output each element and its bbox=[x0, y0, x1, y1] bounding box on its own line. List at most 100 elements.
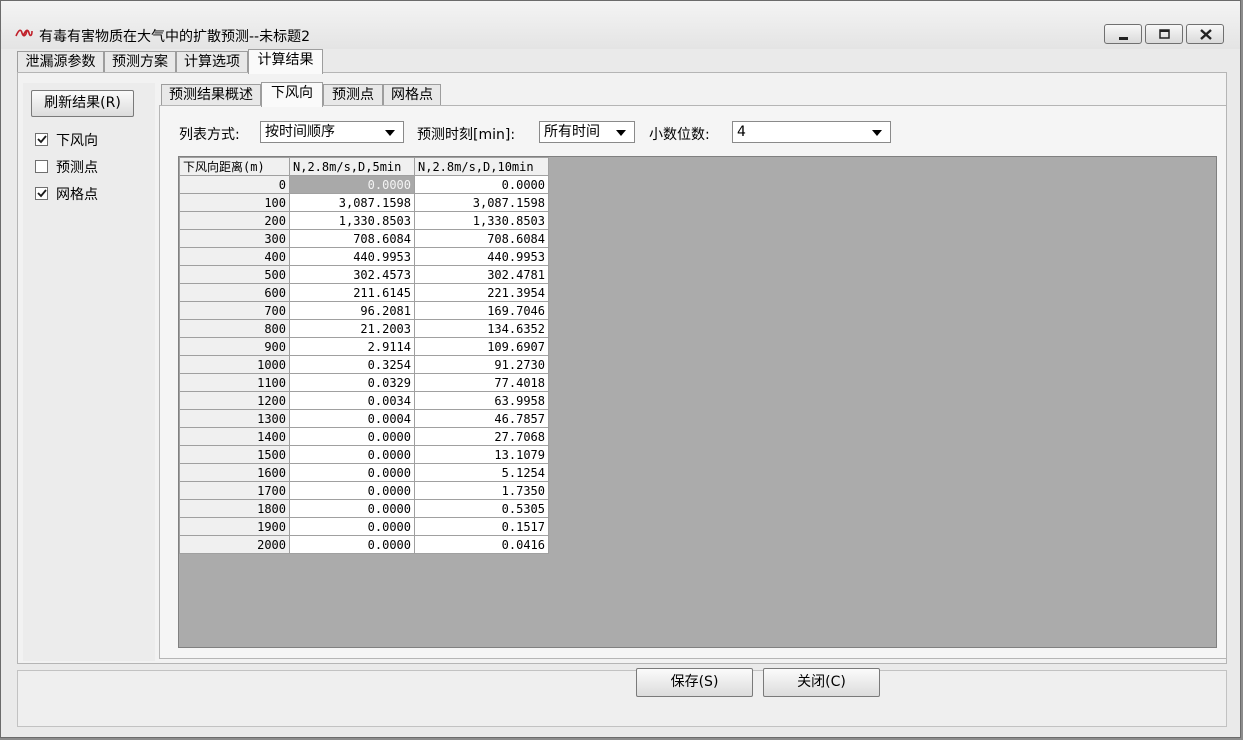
value-cell[interactable]: 440.9953 bbox=[414, 247, 549, 266]
value-cell[interactable]: 77.4018 bbox=[414, 373, 549, 392]
minimize-button[interactable] bbox=[1104, 24, 1142, 44]
value-cell[interactable]: 169.7046 bbox=[414, 301, 549, 320]
value-cell[interactable]: 1,330.8503 bbox=[289, 211, 415, 230]
save-button[interactable]: 保存(S) bbox=[636, 668, 753, 697]
distance-cell[interactable]: 1900 bbox=[179, 517, 290, 536]
distance-cell[interactable]: 400 bbox=[179, 247, 290, 266]
distance-cell[interactable]: 1800 bbox=[179, 499, 290, 518]
table-row: 1700 0.0000 1.7350 bbox=[179, 481, 549, 500]
table-row: 1600 0.0000 5.1254 bbox=[179, 463, 549, 482]
close-button[interactable] bbox=[1186, 24, 1224, 44]
value-cell[interactable]: 0.0000 bbox=[289, 481, 415, 500]
value-cell[interactable]: 0.0034 bbox=[289, 391, 415, 410]
refresh-results-button[interactable]: 刷新结果(R) bbox=[31, 90, 134, 117]
header-distance[interactable]: 下风向距离(m) bbox=[179, 157, 290, 176]
distance-cell[interactable]: 100 bbox=[179, 193, 290, 212]
value-cell[interactable]: 302.4573 bbox=[289, 265, 415, 284]
table-row: 300 708.6084 708.6084 bbox=[179, 229, 549, 248]
value-cell[interactable]: 0.3254 bbox=[289, 355, 415, 374]
value-cell[interactable]: 0.0000 bbox=[289, 517, 415, 536]
value-cell[interactable]: 2.9114 bbox=[289, 337, 415, 356]
value-cell[interactable]: 0.0000 bbox=[289, 463, 415, 482]
checkbox-downwind[interactable] bbox=[35, 133, 48, 146]
distance-cell[interactable]: 500 bbox=[179, 265, 290, 284]
table-row: 1900 0.0000 0.1517 bbox=[179, 517, 549, 536]
distance-cell[interactable]: 1600 bbox=[179, 463, 290, 482]
distance-cell[interactable]: 1200 bbox=[179, 391, 290, 410]
distance-cell[interactable]: 2000 bbox=[179, 535, 290, 554]
value-cell[interactable]: 134.6352 bbox=[414, 319, 549, 338]
distance-cell[interactable]: 1500 bbox=[179, 445, 290, 464]
distance-cell[interactable]: 1300 bbox=[179, 409, 290, 428]
list-mode-label: 列表方式: bbox=[179, 127, 240, 143]
value-cell[interactable]: 0.0004 bbox=[289, 409, 415, 428]
header-5min[interactable]: N,2.8m/s,D,5min bbox=[289, 157, 415, 176]
table-header-row: 下风向距离(m) N,2.8m/s,D,5min N,2.8m/s,D,10mi… bbox=[179, 157, 549, 176]
value-cell[interactable]: 708.6084 bbox=[414, 229, 549, 248]
app-logo-icon bbox=[15, 29, 33, 37]
value-cell[interactable]: 0.0329 bbox=[289, 373, 415, 392]
tab-calc-options[interactable]: 计算选项 bbox=[176, 51, 248, 73]
distance-cell[interactable]: 300 bbox=[179, 229, 290, 248]
header-10min[interactable]: N,2.8m/s,D,10min bbox=[414, 157, 549, 176]
distance-cell[interactable]: 0 bbox=[179, 175, 290, 194]
value-cell[interactable]: 0.0000 bbox=[289, 499, 415, 518]
value-cell[interactable]: 0.0000 bbox=[289, 445, 415, 464]
value-cell[interactable]: 5.1254 bbox=[414, 463, 549, 482]
results-grid[interactable]: 下风向距离(m) N,2.8m/s,D,5min N,2.8m/s,D,10mi… bbox=[178, 156, 1217, 648]
value-cell[interactable]: 3,087.1598 bbox=[414, 193, 549, 212]
subtab-predict-points[interactable]: 预测点 bbox=[323, 84, 383, 106]
checkbox-predict-points[interactable] bbox=[35, 160, 48, 173]
tab-leak-source[interactable]: 泄漏源参数 bbox=[17, 51, 104, 73]
time-select[interactable]: 所有时间 bbox=[539, 121, 635, 143]
value-cell[interactable]: 1.7350 bbox=[414, 481, 549, 500]
value-cell[interactable]: 1,330.8503 bbox=[414, 211, 549, 230]
value-cell[interactable]: 21.2003 bbox=[289, 319, 415, 338]
chevron-down-icon bbox=[872, 130, 882, 136]
value-cell[interactable]: 440.9953 bbox=[289, 247, 415, 266]
distance-cell[interactable]: 1000 bbox=[179, 355, 290, 374]
subtab-overview[interactable]: 预测结果概述 bbox=[161, 84, 261, 106]
distance-cell[interactable]: 600 bbox=[179, 283, 290, 302]
subtab-downwind[interactable]: 下风向 bbox=[261, 82, 323, 107]
value-cell[interactable]: 0.0000 bbox=[289, 427, 415, 446]
distance-cell[interactable]: 1100 bbox=[179, 373, 290, 392]
value-cell[interactable]: 91.2730 bbox=[414, 355, 549, 374]
value-cell[interactable]: 0.0000 bbox=[414, 175, 549, 194]
value-cell[interactable]: 63.9958 bbox=[414, 391, 549, 410]
maximize-button[interactable] bbox=[1145, 24, 1183, 44]
title-bar[interactable]: 有毒有害物质在大气中的扩散预测--未标题2 bbox=[1, 1, 1240, 49]
value-cell[interactable]: 0.5305 bbox=[414, 499, 549, 518]
value-cell[interactable]: 13.1079 bbox=[414, 445, 549, 464]
value-cell[interactable]: 211.6145 bbox=[289, 283, 415, 302]
close-dialog-button[interactable]: 关闭(C) bbox=[763, 668, 880, 697]
value-cell[interactable]: 221.3954 bbox=[414, 283, 549, 302]
value-cell[interactable]: 3,087.1598 bbox=[289, 193, 415, 212]
distance-cell[interactable]: 900 bbox=[179, 337, 290, 356]
value-cell[interactable]: 0.1517 bbox=[414, 517, 549, 536]
distance-cell[interactable]: 700 bbox=[179, 301, 290, 320]
value-cell[interactable]: 0.0000 bbox=[289, 175, 415, 194]
value-cell[interactable]: 708.6084 bbox=[289, 229, 415, 248]
value-cell[interactable]: 302.4781 bbox=[414, 265, 549, 284]
value-cell[interactable]: 96.2081 bbox=[289, 301, 415, 320]
app-window: 有毒有害物质在大气中的扩散预测--未标题2 泄漏源参数 预测方案 计算选项 计算… bbox=[0, 0, 1241, 738]
table-row: 1500 0.0000 13.1079 bbox=[179, 445, 549, 464]
checkbox-grid-points[interactable] bbox=[35, 187, 48, 200]
tab-calc-results[interactable]: 计算结果 bbox=[248, 49, 323, 74]
list-mode-select[interactable]: 按时间顺序 bbox=[260, 121, 404, 143]
distance-cell[interactable]: 200 bbox=[179, 211, 290, 230]
decimals-select[interactable]: 4 bbox=[732, 121, 891, 143]
window-title: 有毒有害物质在大气中的扩散预测--未标题2 bbox=[39, 29, 311, 45]
value-cell[interactable]: 109.6907 bbox=[414, 337, 549, 356]
subtab-grid-points[interactable]: 网格点 bbox=[383, 84, 441, 106]
distance-cell[interactable]: 1700 bbox=[179, 481, 290, 500]
value-cell[interactable]: 46.7857 bbox=[414, 409, 549, 428]
value-cell[interactable]: 0.0000 bbox=[289, 535, 415, 554]
distance-cell[interactable]: 800 bbox=[179, 319, 290, 338]
value-cell[interactable]: 27.7068 bbox=[414, 427, 549, 446]
tab-scheme[interactable]: 预测方案 bbox=[104, 51, 176, 73]
distance-cell[interactable]: 1400 bbox=[179, 427, 290, 446]
table-row: 1000 0.3254 91.2730 bbox=[179, 355, 549, 374]
value-cell[interactable]: 0.0416 bbox=[414, 535, 549, 554]
